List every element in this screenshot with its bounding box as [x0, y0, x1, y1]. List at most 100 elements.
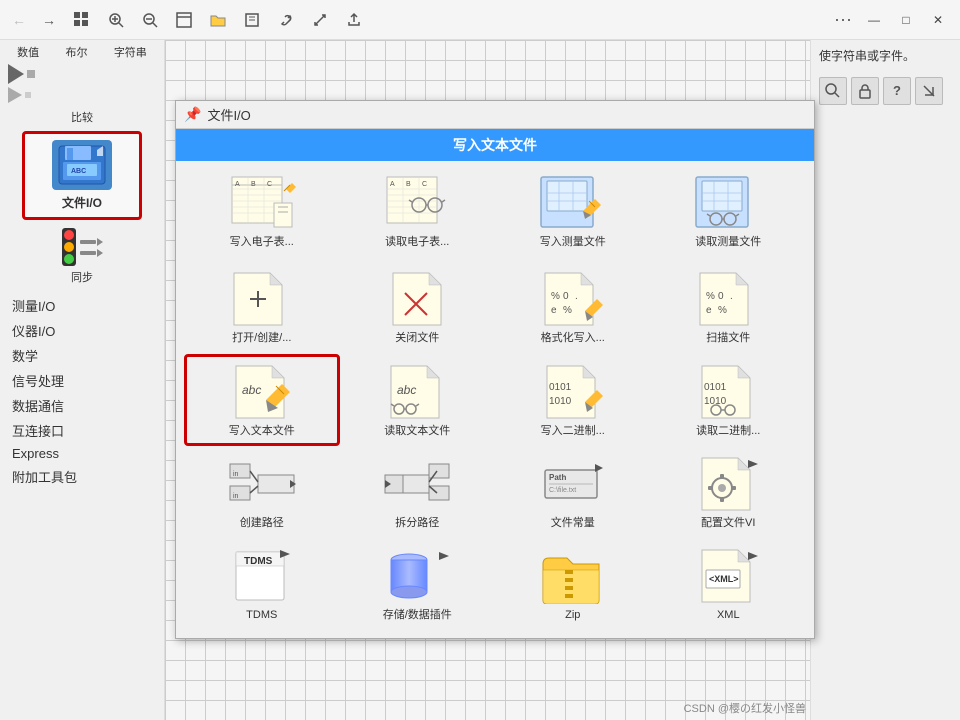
- popup-item-open-file[interactable]: 打开/创建/...: [184, 261, 340, 353]
- xml-icon: <XML>: [693, 546, 763, 606]
- minimize-button[interactable]: —: [860, 6, 888, 34]
- expand-tool-button[interactable]: [915, 77, 943, 105]
- popup-title-bar: 写入文本文件: [176, 129, 814, 161]
- popup-row-1: A B C 写入电子表...: [176, 161, 814, 261]
- popup-window: 📌 文件I/O 写入文本文件: [175, 100, 815, 639]
- popup-row-5: TDMS TDMS: [176, 538, 814, 638]
- popup-item-file-const[interactable]: Path C:\file.txt 文件常量: [495, 446, 651, 538]
- zip-label: Zip: [565, 608, 580, 622]
- popup-item-read-measure[interactable]: 读取测量文件: [651, 165, 807, 257]
- run-button[interactable]: [8, 64, 35, 84]
- popup-item-zip[interactable]: Zip: [495, 538, 651, 630]
- svg-text:TDMS: TDMS: [244, 556, 273, 567]
- forward-button[interactable]: →: [38, 9, 60, 31]
- write-binary-icon: 0101 1010: [538, 362, 608, 422]
- sidebar-item-math[interactable]: 数学: [4, 343, 160, 368]
- popup-row-2: 打开/创建/... 关闭文件: [176, 261, 814, 353]
- popup-item-read-spreadsheet[interactable]: A B C 读取电子表...: [340, 165, 496, 257]
- back-button[interactable]: ←: [8, 9, 30, 31]
- edit-button[interactable]: [238, 6, 266, 34]
- category-numeric[interactable]: 数值: [17, 44, 39, 60]
- svg-text:1010: 1010: [549, 396, 572, 407]
- zoom-out-button[interactable]: [136, 6, 164, 34]
- fileio-label: 文件I/O: [62, 194, 102, 211]
- close-button[interactable]: ✕: [924, 6, 952, 34]
- popup-row-4: in in 创建路径: [176, 446, 814, 538]
- category-string[interactable]: 字符串: [114, 44, 147, 60]
- popup-item-split-path[interactable]: 拆分路径: [340, 446, 496, 538]
- svg-text:abc: abc: [242, 383, 261, 397]
- main-area: 数值 布尔 字符串 比较: [0, 40, 960, 720]
- svg-text:.: .: [575, 291, 578, 302]
- svg-text:C: C: [267, 181, 272, 188]
- folder-button[interactable]: [204, 6, 232, 34]
- sidebar-item-interconnect[interactable]: 互连接口: [4, 418, 160, 443]
- zoom-in-button[interactable]: [102, 6, 130, 34]
- popup-item-create-path[interactable]: in in 创建路径: [184, 446, 340, 538]
- link-button[interactable]: [272, 6, 300, 34]
- watermark: CSDN @樱の红发小怪兽: [684, 700, 806, 716]
- sync-item[interactable]: 同步: [0, 224, 164, 289]
- storage-icon: [382, 546, 452, 606]
- popup-item-close-file[interactable]: 关闭文件: [340, 261, 496, 353]
- svg-text:A: A: [235, 181, 240, 188]
- popup-item-write-spreadsheet[interactable]: A B C 写入电子表...: [184, 165, 340, 257]
- sidebar-item-express[interactable]: Express: [4, 443, 160, 464]
- popup-item-read-binary[interactable]: 0101 1010 读取二进制...: [651, 354, 807, 446]
- run-continuous-button[interactable]: [8, 87, 35, 103]
- file-const-icon: Path C:\file.txt: [538, 454, 608, 514]
- sidebar-item-data-comm[interactable]: 数据通信: [4, 393, 160, 418]
- popup-item-write-text[interactable]: abc 写入文本文件: [184, 354, 340, 446]
- sidebar-item-instrument-io[interactable]: 仪器I/O: [4, 318, 160, 343]
- popup-item-config-vi[interactable]: 配置文件VI: [651, 446, 807, 538]
- popup-item-write-measure[interactable]: 写入测量文件: [495, 165, 651, 257]
- popup-row-3: abc 写入文本文件 abc: [176, 354, 814, 446]
- open-file-label: 打开/创建/...: [232, 331, 291, 345]
- svg-text:%: %: [551, 291, 560, 302]
- search-tool-button[interactable]: [819, 77, 847, 105]
- popup-item-write-binary[interactable]: 0101 1010 写入二进制...: [495, 354, 651, 446]
- popup-item-xml[interactable]: <XML> XML: [651, 538, 807, 630]
- storage-label: 存储/数据插件: [383, 608, 452, 622]
- more-options-button[interactable]: ···: [826, 9, 860, 30]
- svg-text:A: A: [390, 181, 395, 188]
- popup-item-read-text[interactable]: abc 读取文本文件: [340, 354, 496, 446]
- sync-label: 同步: [71, 269, 93, 285]
- sidebar-item-signal-processing[interactable]: 信号处理: [4, 368, 160, 393]
- export-button[interactable]: [340, 6, 368, 34]
- grid-view-button[interactable]: [68, 6, 96, 34]
- category-boolean[interactable]: 布尔: [65, 44, 87, 60]
- popup-item-tdms[interactable]: TDMS TDMS: [184, 538, 340, 630]
- read-spreadsheet-icon: A B C: [382, 173, 452, 233]
- sidebar-item-addons[interactable]: 附加工具包: [4, 464, 160, 489]
- popup-item-storage[interactable]: 存储/数据插件: [340, 538, 496, 630]
- svg-text:e: e: [706, 305, 712, 316]
- play-buttons: [8, 64, 35, 103]
- resize-button[interactable]: [306, 6, 334, 34]
- tdms-label: TDMS: [246, 608, 277, 622]
- config-vi-label: 配置文件VI: [701, 516, 755, 530]
- svg-text:B: B: [251, 181, 256, 188]
- popup-item-scan-file[interactable]: % 0 . e % 扫描文件: [651, 261, 807, 353]
- read-measure-icon: [693, 173, 763, 233]
- fileio-item[interactable]: ABC 文件I/O: [22, 131, 142, 220]
- popup-header-title: 文件I/O: [207, 105, 250, 124]
- window-button[interactable]: [170, 6, 198, 34]
- popup-header-pin-icon: 📌: [184, 106, 201, 123]
- file-const-label: 文件常量: [551, 516, 595, 530]
- popup-header: 📌 文件I/O: [176, 101, 814, 129]
- xml-label: XML: [717, 608, 740, 622]
- svg-text:0101: 0101: [549, 382, 572, 393]
- fileio-icon: ABC: [52, 140, 112, 190]
- nav-buttons: ← →: [8, 9, 60, 31]
- popup-item-format-write[interactable]: % 0 . e % 格式化写入...: [495, 261, 651, 353]
- sidebar-item-measurement-io[interactable]: 测量I/O: [4, 293, 160, 318]
- write-measure-label: 写入测量文件: [540, 235, 606, 249]
- lock-tool-button[interactable]: [851, 77, 879, 105]
- svg-text:<XML>: <XML>: [709, 574, 739, 584]
- help-tool-button[interactable]: ?: [883, 77, 911, 105]
- svg-text:in: in: [233, 493, 239, 500]
- play-section: [0, 60, 164, 107]
- left-sidebar: 数值 布尔 字符串 比较: [0, 40, 165, 720]
- maximize-button[interactable]: □: [892, 6, 920, 34]
